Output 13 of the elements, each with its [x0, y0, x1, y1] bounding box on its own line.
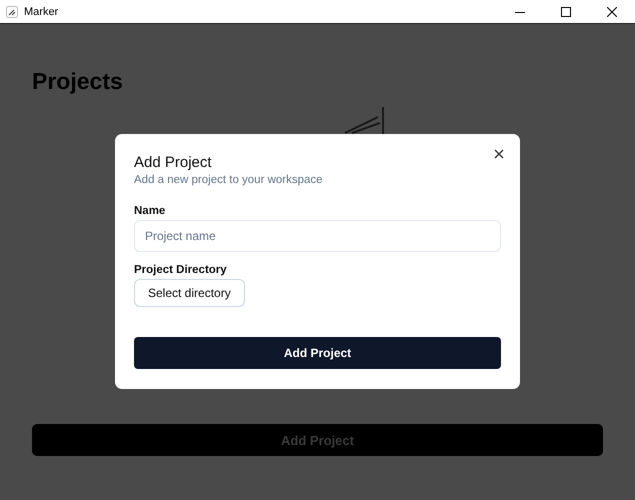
app-icon — [6, 6, 18, 18]
close-icon[interactable] — [607, 6, 617, 16]
close-icon[interactable] — [492, 147, 506, 161]
submit-button[interactable]: Add Project — [134, 337, 501, 369]
directory-label: Project Directory — [134, 264, 228, 276]
window-title: Marker — [24, 6, 60, 18]
dialog-description: Add a new project to your workspace — [134, 174, 324, 186]
select-directory-button[interactable]: Select directory — [134, 279, 245, 307]
maximize-icon[interactable] — [561, 6, 571, 16]
name-input-field[interactable]: Project name — [134, 220, 501, 252]
page-title: Projects — [32, 68, 124, 95]
dialog-title: Add Project — [134, 154, 213, 171]
name-label: Name — [134, 205, 166, 217]
